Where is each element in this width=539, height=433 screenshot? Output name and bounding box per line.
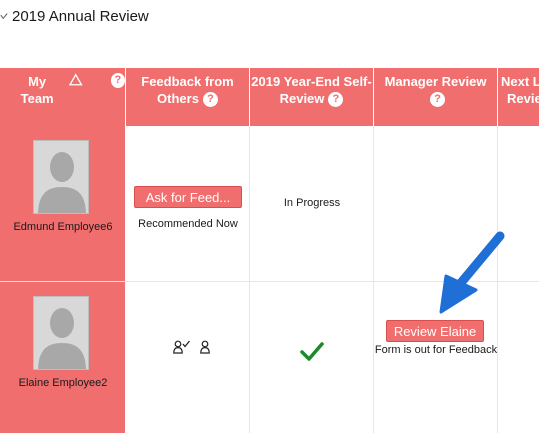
checkmark-icon [300, 342, 324, 361]
triangle-icon[interactable] [69, 73, 83, 86]
person-silhouette-icon [38, 308, 86, 369]
page-title: 2019 Annual Review [12, 7, 149, 25]
feedback-cell [126, 282, 250, 433]
header-next-level: Next L Revie [498, 68, 539, 126]
table-row: Edmund Employee6 Ask for Feed... Recomme… [0, 126, 539, 282]
help-icon[interactable]: ? [430, 92, 445, 108]
help-icon[interactable]: ? [202, 92, 218, 108]
header-feedback: Feedback from Others? [126, 68, 250, 126]
manager-review-cell: Review Elaine Form is out for Feedback [374, 282, 498, 433]
avatar[interactable] [33, 140, 89, 214]
header-my-team[interactable]: My Team ? [0, 68, 126, 126]
feedback-status-icons[interactable] [173, 340, 211, 354]
self-review-cell [250, 282, 374, 433]
header-feedback-line1: Feedback from [141, 74, 234, 89]
in-progress-status: In Progress [283, 197, 341, 209]
header-my-team-label: My Team [20, 74, 54, 106]
next-level-cell [498, 282, 539, 433]
employee-cell[interactable]: Elaine Employee2 [0, 282, 126, 433]
page-header[interactable]: 2019 Annual Review [0, 5, 149, 27]
review-elaine-button[interactable]: Review Elaine [386, 320, 484, 342]
header-manager-review-line1: Manager Review [384, 74, 487, 89]
header-feedback-line2: Others [157, 91, 199, 106]
self-review-cell: In Progress [250, 126, 374, 281]
employee-name[interactable]: Edmund Employee6 [0, 221, 126, 233]
employee-cell[interactable]: Edmund Employee6 [0, 126, 126, 281]
table-header-row: My Team ? Feedback from Others? 2019 Yea… [0, 68, 539, 126]
help-icon[interactable]: ? [328, 92, 344, 108]
header-self-review-line1: 2019 Year-End Self- [251, 74, 372, 89]
header-manager-review: Manager Review ? [374, 68, 498, 126]
header-next-level-line1: Next L [501, 74, 539, 89]
header-self-review: 2019 Year-End Self- Review? [250, 68, 374, 126]
help-icon[interactable]: ? [110, 73, 125, 88]
chevron-down-icon[interactable] [0, 12, 8, 20]
recommended-now-text: Recommended Now [138, 218, 238, 230]
feedback-cell: Ask for Feed... Recommended Now [126, 126, 250, 281]
ask-for-feedback-button[interactable]: Ask for Feed... [134, 186, 242, 208]
person-check-icon[interactable] [173, 340, 191, 354]
person-silhouette-icon [38, 152, 86, 213]
form-out-for-feedback-text: Form is out for Feedback [374, 344, 498, 356]
table-row: Elaine Employee2 Review Elaine Form is o… [0, 282, 539, 433]
employee-name[interactable]: Elaine Employee2 [0, 377, 126, 389]
header-self-review-line2: Review [279, 91, 325, 106]
person-icon[interactable] [199, 340, 211, 354]
manager-review-cell [374, 126, 498, 281]
avatar[interactable] [33, 296, 89, 370]
header-next-level-line2: Revie [507, 91, 539, 106]
next-level-cell [498, 126, 539, 281]
team-table: My Team ? Feedback from Others? 2019 Yea… [0, 68, 539, 433]
